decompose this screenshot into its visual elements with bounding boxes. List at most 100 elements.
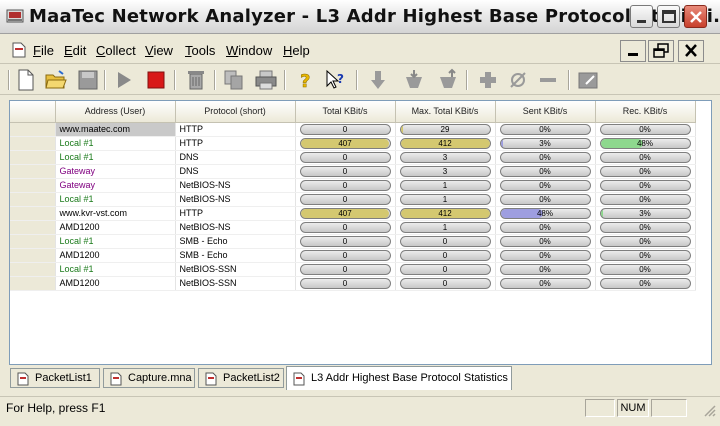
minimize-button[interactable] xyxy=(630,5,653,28)
address-cell[interactable]: www.maatec.com xyxy=(55,122,176,137)
column-header-sent[interactable]: Sent KBit/s xyxy=(495,101,596,123)
max-cell[interactable]: 1 xyxy=(395,178,496,193)
filter-down-icon[interactable] xyxy=(402,68,426,92)
sent-cell[interactable]: 0% xyxy=(495,192,596,207)
rec-cell[interactable]: 0% xyxy=(595,220,696,235)
column-header-received[interactable]: Rec. KBit/s xyxy=(595,101,696,123)
table-row[interactable]: Gateway NetBIOS-NS 0 1 0% 0% xyxy=(10,178,696,193)
null-icon[interactable] xyxy=(506,68,530,92)
max-cell[interactable]: 0 xyxy=(395,248,496,263)
total-cell[interactable]: 0 xyxy=(295,164,396,179)
row-header[interactable] xyxy=(10,262,56,277)
menu-view[interactable]: View xyxy=(145,43,173,58)
sent-cell[interactable]: 0% xyxy=(495,178,596,193)
document-icon[interactable] xyxy=(12,42,26,58)
total-cell[interactable]: 0 xyxy=(295,192,396,207)
table-row[interactable]: AMD1200 NetBIOS-SSN 0 0 0% 0% xyxy=(10,276,696,291)
row-header[interactable] xyxy=(10,136,56,151)
rec-cell[interactable]: 0% xyxy=(595,122,696,137)
new-file-icon[interactable] xyxy=(14,68,38,92)
max-cell[interactable]: 3 xyxy=(395,164,496,179)
total-cell[interactable]: 0 xyxy=(295,150,396,165)
protocol-cell[interactable]: NetBIOS-NS xyxy=(175,178,296,193)
protocol-cell[interactable]: DNS xyxy=(175,164,296,179)
rec-cell[interactable]: 0% xyxy=(595,164,696,179)
rec-cell[interactable]: 0% xyxy=(595,262,696,277)
sent-cell[interactable]: 3% xyxy=(495,136,596,151)
delete-icon[interactable] xyxy=(184,68,208,92)
table-row[interactable]: AMD1200 SMB - Echo 0 0 0% 0% xyxy=(10,248,696,263)
total-cell[interactable]: 0 xyxy=(295,276,396,291)
total-cell[interactable]: 0 xyxy=(295,220,396,235)
row-header[interactable] xyxy=(10,178,56,193)
sent-cell[interactable]: 0% xyxy=(495,262,596,277)
row-header[interactable] xyxy=(10,248,56,263)
row-header[interactable] xyxy=(10,276,56,291)
max-cell[interactable]: 1 xyxy=(395,192,496,207)
copy-icon[interactable] xyxy=(222,68,246,92)
tab-capture[interactable]: Capture.mna xyxy=(103,368,195,388)
rec-cell[interactable]: 0% xyxy=(595,234,696,249)
table-row[interactable]: Local #1 HTTP 407 412 3% 48% xyxy=(10,136,696,151)
row-header[interactable] xyxy=(10,234,56,249)
address-cell[interactable]: Local #1 xyxy=(55,150,176,165)
row-header[interactable] xyxy=(10,220,56,235)
table-row[interactable]: Local #1 DNS 0 3 0% 0% xyxy=(10,150,696,165)
sent-cell[interactable]: 0% xyxy=(495,234,596,249)
open-folder-icon[interactable] xyxy=(44,68,68,92)
sent-cell[interactable]: 48% xyxy=(495,206,596,221)
table-row[interactable]: Local #1 NetBIOS-SSN 0 0 0% 0% xyxy=(10,262,696,277)
column-header-total[interactable]: Total KBit/s xyxy=(295,101,396,123)
rec-cell[interactable]: 0% xyxy=(595,276,696,291)
max-cell[interactable]: 3 xyxy=(395,150,496,165)
column-header-address[interactable]: Address (User) xyxy=(55,101,176,123)
resize-grip-icon[interactable] xyxy=(702,403,716,417)
max-cell[interactable]: 29 xyxy=(395,122,496,137)
table-row[interactable]: www.maatec.com HTTP 0 29 0% 0% xyxy=(10,122,696,137)
address-cell[interactable]: AMD1200 xyxy=(55,276,176,291)
row-header[interactable] xyxy=(10,192,56,207)
remove-icon[interactable] xyxy=(536,68,560,92)
table-row[interactable]: Local #1 NetBIOS-NS 0 1 0% 0% xyxy=(10,192,696,207)
row-header[interactable] xyxy=(10,150,56,165)
protocol-cell[interactable]: DNS xyxy=(175,150,296,165)
add-icon[interactable] xyxy=(476,68,500,92)
filter-up-icon[interactable] xyxy=(436,68,460,92)
mdi-minimize-button[interactable] xyxy=(620,40,646,62)
protocol-cell[interactable]: NetBIOS-SSN xyxy=(175,276,296,291)
tab-packetlist1[interactable]: PacketList1 xyxy=(10,368,100,388)
table-row[interactable]: www.kvr-vst.com HTTP 407 412 48% 3% xyxy=(10,206,696,221)
total-cell[interactable]: 0 xyxy=(295,262,396,277)
rec-cell[interactable]: 48% xyxy=(595,136,696,151)
menu-edit[interactable]: Edit xyxy=(64,43,86,58)
address-cell[interactable]: AMD1200 xyxy=(55,248,176,263)
sent-cell[interactable]: 0% xyxy=(495,150,596,165)
sent-cell[interactable]: 0% xyxy=(495,220,596,235)
print-icon[interactable] xyxy=(254,68,278,92)
arrow-down-icon[interactable] xyxy=(366,68,390,92)
row-header[interactable] xyxy=(10,122,56,137)
row-header[interactable] xyxy=(10,206,56,221)
total-cell[interactable]: 0 xyxy=(295,122,396,137)
maximize-button[interactable] xyxy=(657,5,680,28)
rec-cell[interactable]: 0% xyxy=(595,178,696,193)
protocol-cell[interactable]: HTTP xyxy=(175,206,296,221)
max-cell[interactable]: 0 xyxy=(395,276,496,291)
address-cell[interactable]: Local #1 xyxy=(55,262,176,277)
protocol-cell[interactable]: NetBIOS-SSN xyxy=(175,262,296,277)
tab-l3-addr-statistics[interactable]: L3 Addr Highest Base Protocol Statistics xyxy=(286,366,512,390)
total-cell[interactable]: 407 xyxy=(295,206,396,221)
mdi-close-button[interactable] xyxy=(678,40,704,62)
address-cell[interactable]: www.kvr-vst.com xyxy=(55,206,176,221)
protocol-cell[interactable]: HTTP xyxy=(175,122,296,137)
address-cell[interactable]: Local #1 xyxy=(55,136,176,151)
menu-window[interactable]: Window xyxy=(226,43,272,58)
max-cell[interactable]: 412 xyxy=(395,136,496,151)
rec-cell[interactable]: 3% xyxy=(595,206,696,221)
max-cell[interactable]: 0 xyxy=(395,234,496,249)
protocol-cell[interactable]: NetBIOS-NS xyxy=(175,220,296,235)
sent-cell[interactable]: 0% xyxy=(495,276,596,291)
context-help-icon[interactable]: ? xyxy=(324,68,348,92)
total-cell[interactable]: 407 xyxy=(295,136,396,151)
tab-packetlist2[interactable]: PacketList2 xyxy=(198,368,284,388)
